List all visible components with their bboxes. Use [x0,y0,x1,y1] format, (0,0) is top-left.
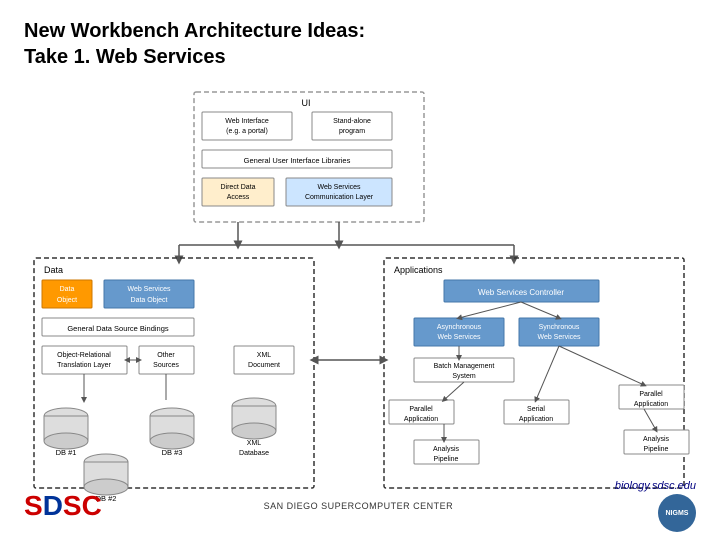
svg-text:Document: Document [248,362,280,369]
svg-text:Application: Application [519,416,553,423]
svg-text:Batch Management: Batch Management [434,363,495,370]
svg-text:Asynchronous: Asynchronous [437,324,482,331]
svg-text:XML: XML [257,352,272,359]
svg-text:(e.g. a portal): (e.g. a portal) [226,128,268,135]
svg-text:UI: UI [302,98,311,108]
svg-text:DB #1: DB #1 [56,448,77,457]
sdsc-sc-letters: SC [63,490,102,521]
svg-text:Communication Layer: Communication Layer [305,194,374,201]
svg-text:Direct Data: Direct Data [220,184,255,191]
svg-text:General Data Source Bindings: General Data Source Bindings [67,324,169,333]
svg-text:Data: Data [44,265,63,275]
svg-text:Pipeline: Pipeline [434,456,459,463]
svg-text:Web Services: Web Services [537,334,581,341]
svg-text:Parallel: Parallel [639,391,663,398]
nigms-badge: NIGMS [658,494,696,532]
svg-text:Web Services: Web Services [127,286,171,293]
svg-text:Parallel: Parallel [409,406,433,413]
svg-text:Web Services: Web Services [317,184,361,191]
svg-text:Application: Application [404,416,438,423]
svg-text:Web Services Controller: Web Services Controller [478,288,564,297]
svg-text:Synchronous: Synchronous [539,324,580,331]
biology-url: biology.sdsc.edu [615,480,696,492]
svg-text:Application: Application [634,401,668,408]
sdsc-s-letter: S [24,490,43,521]
svg-text:Pipeline: Pipeline [644,446,669,453]
sdsc-d-letter: D [43,490,63,521]
svg-text:DB #3: DB #3 [162,448,183,457]
svg-text:System: System [452,373,476,380]
slide-title: New Workbench Architecture Ideas: Take 1… [24,18,696,70]
footer-org: SAN DIEGO SUPERCOMPUTER CENTER [264,501,454,511]
svg-text:Web Services: Web Services [437,334,481,341]
svg-text:Serial: Serial [527,406,545,413]
svg-text:Stand-alone: Stand-alone [333,118,371,125]
svg-text:Other: Other [157,352,175,359]
svg-text:Applications: Applications [394,265,443,275]
svg-text:XML: XML [247,440,262,447]
svg-text:Data Object: Data Object [131,297,168,304]
sdsc-logo: SDSC [24,490,102,522]
svg-text:Analysis: Analysis [433,446,460,453]
svg-text:Data: Data [60,286,75,293]
svg-text:Translation Layer: Translation Layer [57,362,111,369]
footer: SDSC SAN DIEGO SUPERCOMPUTER CENTER biol… [0,480,720,532]
footer-right: biology.sdsc.edu NIGMS [615,480,696,532]
svg-text:Web Interface: Web Interface [225,118,269,125]
svg-text:Access: Access [227,194,250,201]
architecture-diagram: UI Web Interface (e.g. a portal) Stand-a… [24,80,696,510]
svg-text:Database: Database [239,450,269,457]
svg-text:Object: Object [57,297,77,304]
slide-container: New Workbench Architecture Ideas: Take 1… [0,0,720,540]
svg-text:Object-Relational: Object-Relational [57,352,111,359]
svg-text:Sources: Sources [153,362,179,369]
svg-text:program: program [339,128,365,135]
diagram-area: UI Web Interface (e.g. a portal) Stand-a… [24,80,696,510]
svg-text:General User Interface Librari: General User Interface Libraries [244,156,351,165]
svg-text:Analysis: Analysis [643,436,670,443]
